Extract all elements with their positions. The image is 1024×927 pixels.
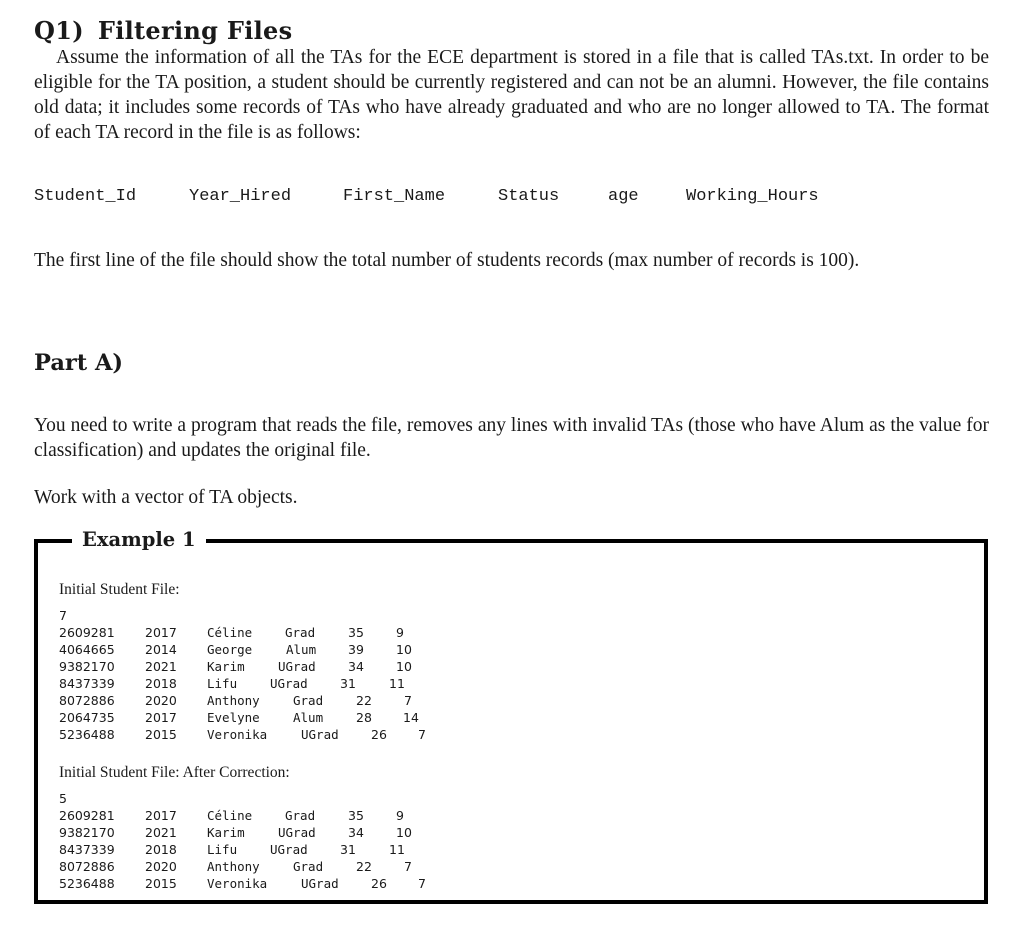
cell-year-hired: 2017	[145, 625, 177, 640]
cell-student-id: 9382170	[59, 659, 115, 674]
example-title: Example 1	[72, 528, 206, 551]
cell-status: Alum	[286, 642, 317, 657]
cell-year-hired: 2015	[145, 876, 177, 891]
part-a-task: You need to write a program that reads t…	[34, 415, 989, 461]
cell-student-id: 8437339	[59, 842, 115, 857]
cell-age: 35	[348, 625, 364, 640]
cell-year-hired: 2017	[145, 710, 177, 725]
cell-first-name: Evelyne	[207, 710, 260, 725]
cell-status: Grad	[293, 859, 324, 874]
format-field-working-hours: Working_Hours	[686, 187, 819, 206]
format-field-year-hired: Year_Hired	[189, 187, 292, 206]
cell-status: Grad	[293, 693, 324, 708]
intro-paragraph: Assume the information of all the TAs fo…	[34, 47, 989, 143]
cell-status: UGrad	[270, 842, 308, 857]
cell-student-id: 2064735	[59, 710, 115, 725]
cell-working-hours: 14	[403, 710, 419, 725]
format-field-first-name: First_Name	[343, 187, 446, 206]
cell-student-id: 2609281	[59, 808, 115, 823]
cell-year-hired: 2021	[145, 659, 177, 674]
cell-status: Grad	[285, 625, 316, 640]
cell-student-id: 5236488	[59, 727, 115, 742]
format-field-age: age	[608, 187, 639, 206]
part-a-instruction: Work with a vector of TA objects.	[34, 487, 298, 508]
cell-status: Grad	[285, 808, 316, 823]
cell-working-hours: 7	[418, 727, 426, 742]
cell-first-name: George	[207, 642, 253, 657]
cell-age: 22	[356, 859, 372, 874]
cell-status: UGrad	[270, 676, 308, 691]
cell-working-hours: 9	[396, 808, 404, 823]
cell-year-hired: 2015	[145, 727, 177, 742]
corrected-record-count: 5	[59, 791, 67, 806]
cell-first-name: Céline	[207, 625, 253, 640]
cell-first-name: Anthony	[207, 859, 260, 874]
cell-year-hired: 2020	[145, 859, 177, 874]
part-a-heading: Part A)	[34, 350, 124, 376]
cell-year-hired: 2020	[145, 693, 177, 708]
cell-working-hours: 9	[396, 625, 404, 640]
cell-age: 35	[348, 808, 364, 823]
cell-student-id: 9382170	[59, 825, 115, 840]
cell-working-hours: 11	[389, 842, 405, 857]
cell-student-id: 5236488	[59, 876, 115, 891]
cell-first-name: Lifu	[207, 842, 238, 857]
cell-status: Alum	[293, 710, 324, 725]
cell-year-hired: 2014	[145, 642, 177, 657]
first-line-note: The first line of the file should show t…	[34, 250, 860, 271]
cell-student-id: 8437339	[59, 676, 115, 691]
question-title: Filtering Files	[97, 16, 293, 45]
cell-age: 28	[356, 710, 372, 725]
format-field-status: Status	[498, 187, 560, 206]
initial-record-count: 7	[59, 608, 67, 623]
cell-working-hours: 7	[418, 876, 426, 891]
cell-working-hours: 10	[396, 825, 412, 840]
cell-first-name: Lifu	[207, 676, 238, 691]
cell-student-id: 2609281	[59, 625, 115, 640]
cell-age: 26	[371, 727, 387, 742]
cell-year-hired: 2017	[145, 808, 177, 823]
cell-first-name: Karim	[207, 825, 245, 840]
cell-status: UGrad	[301, 876, 339, 891]
cell-status: UGrad	[278, 825, 316, 840]
cell-working-hours: 10	[396, 659, 412, 674]
cell-age: 26	[371, 876, 387, 891]
cell-age: 34	[348, 825, 364, 840]
cell-first-name: Céline	[207, 808, 253, 823]
cell-working-hours: 7	[404, 859, 412, 874]
corrected-file-caption: Initial Student File: After Correction:	[59, 764, 290, 781]
question-heading: Q1) Filtering Files	[34, 16, 292, 45]
cell-year-hired: 2018	[145, 842, 177, 857]
format-field-student-id: Student_Id	[34, 187, 137, 206]
cell-age: 22	[356, 693, 372, 708]
cell-first-name: Karim	[207, 659, 245, 674]
cell-age: 39	[348, 642, 364, 657]
cell-student-id: 8072886	[59, 859, 115, 874]
cell-student-id: 4064665	[59, 642, 115, 657]
cell-working-hours: 7	[404, 693, 412, 708]
question-number: Q1)	[34, 16, 84, 45]
cell-age: 31	[340, 676, 356, 691]
cell-status: UGrad	[278, 659, 316, 674]
cell-first-name: Veronika	[207, 876, 268, 891]
cell-age: 31	[340, 842, 356, 857]
cell-first-name: Anthony	[207, 693, 260, 708]
initial-file-caption: Initial Student File:	[59, 581, 180, 598]
cell-working-hours: 10	[396, 642, 412, 657]
cell-first-name: Veronika	[207, 727, 268, 742]
cell-year-hired: 2021	[145, 825, 177, 840]
cell-student-id: 8072886	[59, 693, 115, 708]
cell-working-hours: 11	[389, 676, 405, 691]
cell-year-hired: 2018	[145, 676, 177, 691]
cell-status: UGrad	[301, 727, 339, 742]
cell-age: 34	[348, 659, 364, 674]
